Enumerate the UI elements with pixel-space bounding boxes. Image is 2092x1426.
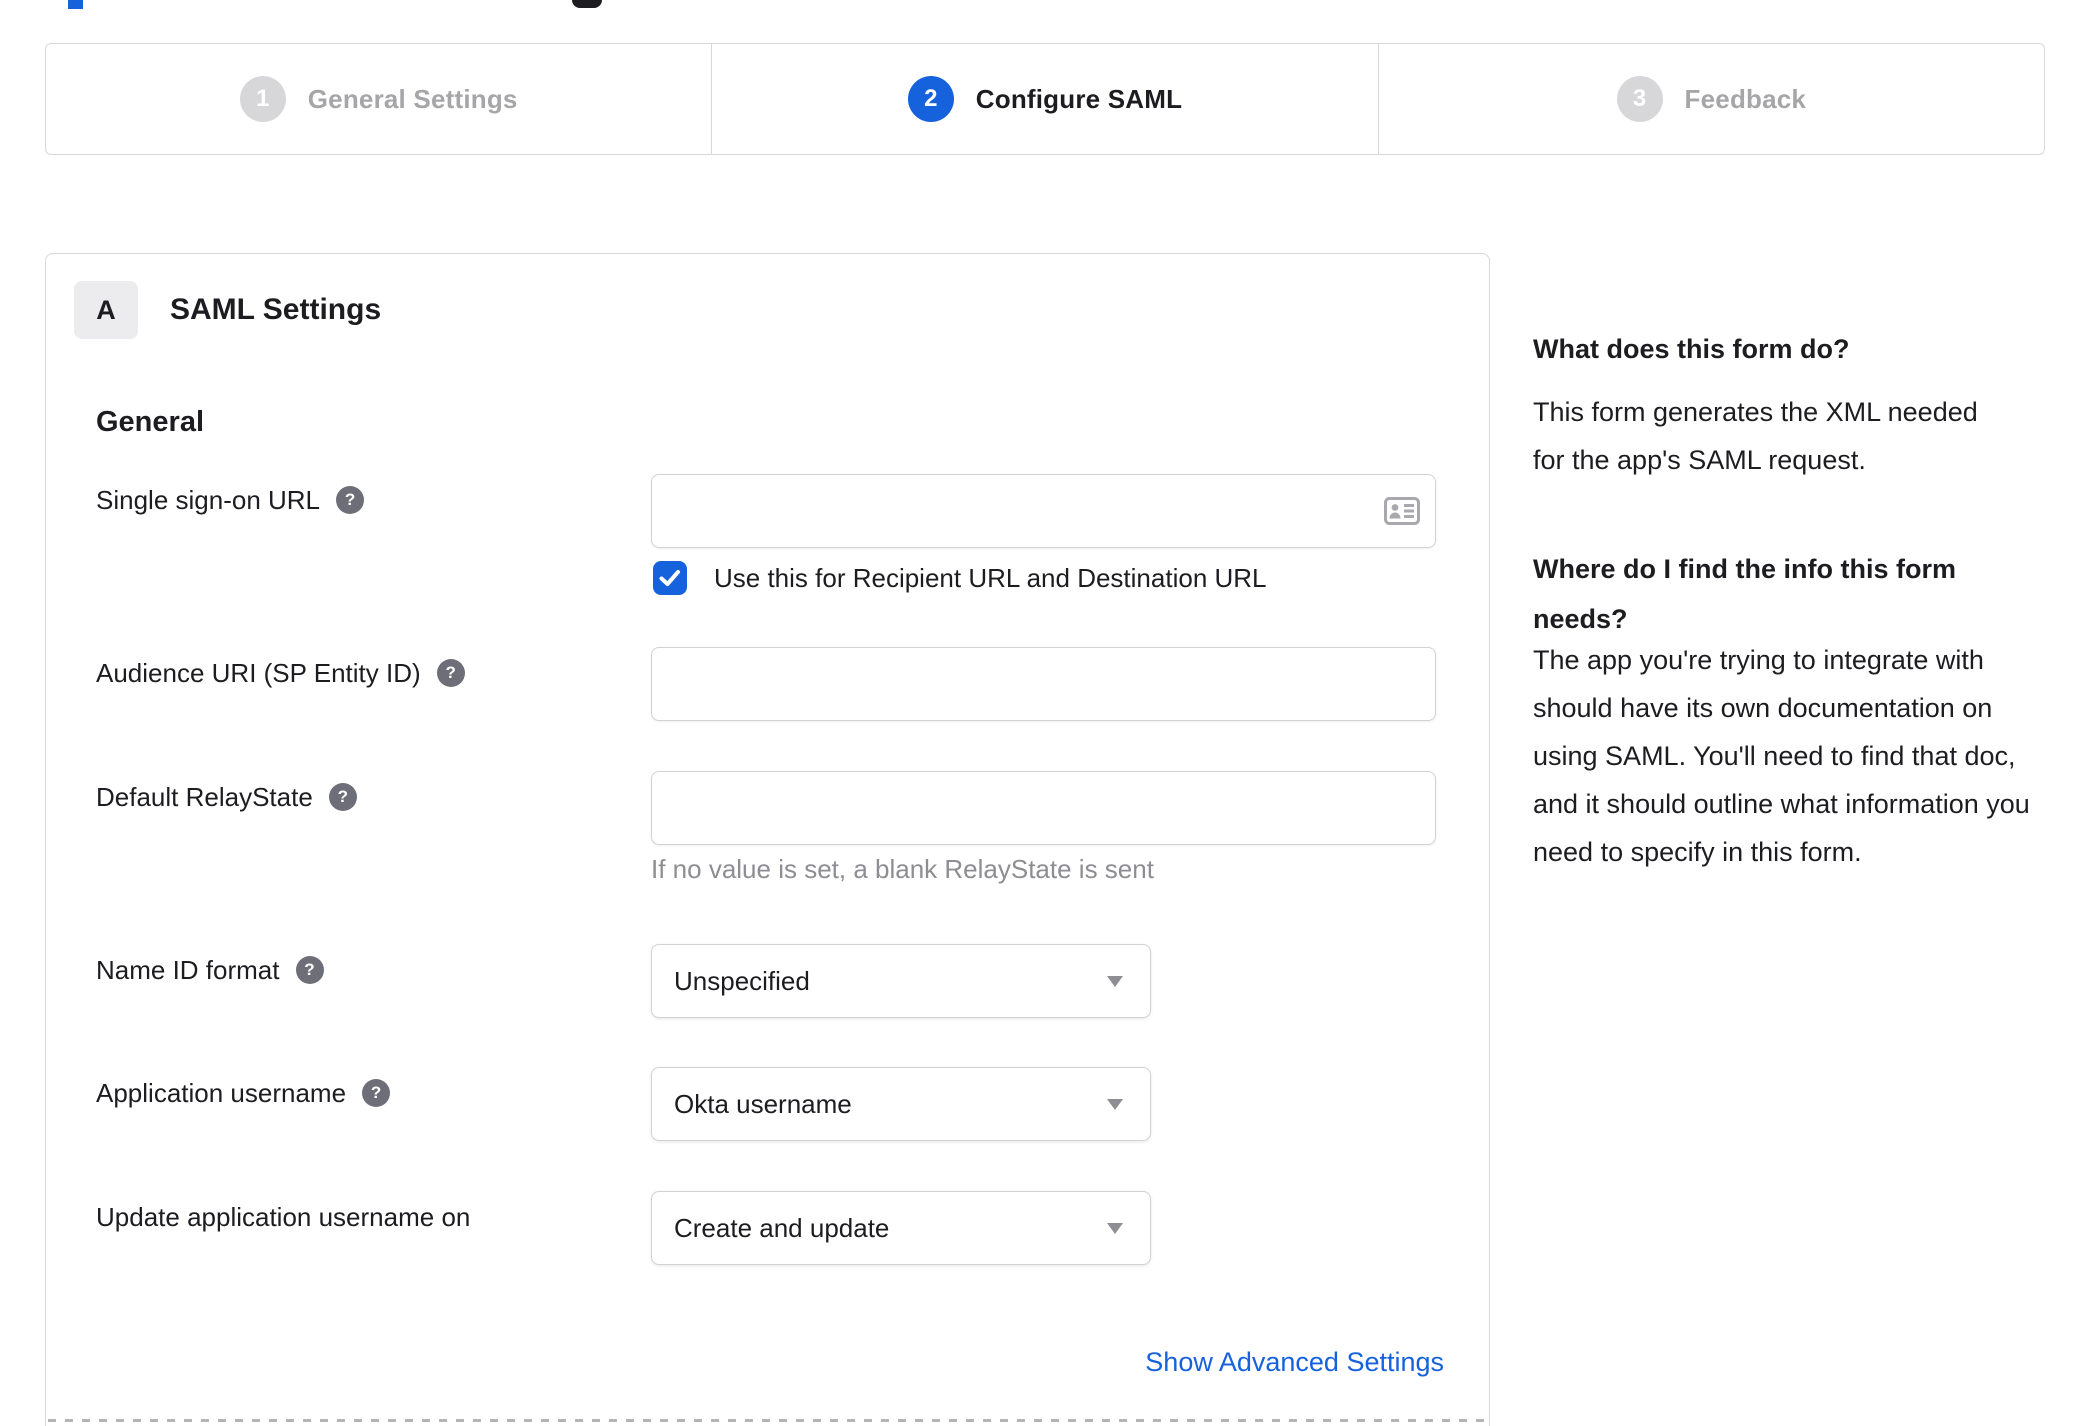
sidebar-paragraph-where: The app you're trying to integrate with … bbox=[1533, 645, 2030, 867]
section-a-badge: A bbox=[74, 281, 138, 339]
name-id-format-label: Name ID format bbox=[96, 955, 280, 985]
name-id-format-select[interactable]: Unspecified bbox=[651, 944, 1151, 1018]
wizard-stepper: 1 General Settings 2 Configure SAML 3 Fe… bbox=[45, 43, 2045, 155]
step-2-number-badge: 2 bbox=[907, 76, 954, 122]
step-feedback[interactable]: 3 Feedback bbox=[1377, 44, 2044, 154]
name-id-format-selected-value: Unspecified bbox=[674, 965, 810, 996]
relay-state-hint: If no value is set, a blank RelayState i… bbox=[651, 854, 1154, 884]
update-app-username-selected-value: Create and update bbox=[674, 1212, 890, 1243]
name-id-format-help-icon[interactable]: ? bbox=[295, 956, 324, 984]
checkmark-icon bbox=[659, 570, 680, 586]
panel-title: SAML Settings bbox=[170, 293, 382, 326]
relay-state-label: Default RelayState bbox=[96, 782, 313, 812]
audience-uri-label: Audience URI (SP Entity ID) bbox=[96, 658, 421, 688]
update-app-username-label-row: Update application username on bbox=[96, 1201, 470, 1233]
audience-uri-label-row: Audience URI (SP Entity ID) ? bbox=[96, 657, 465, 689]
step-2-label: Configure SAML bbox=[975, 83, 1183, 114]
sso-url-label: Single sign-on URL bbox=[96, 485, 321, 515]
recipient-url-checkbox-label: Use this for Recipient URL and Destinati… bbox=[714, 562, 1267, 593]
audience-uri-input-wrap bbox=[651, 647, 1436, 721]
app-username-label: Application username bbox=[96, 1078, 347, 1108]
relay-state-label-row: Default RelayState ? bbox=[96, 781, 357, 813]
app-username-help-icon[interactable]: ? bbox=[362, 1079, 391, 1107]
relay-state-input-wrap bbox=[651, 771, 1436, 845]
step-general-settings[interactable]: 1 General Settings bbox=[46, 44, 711, 154]
recipient-url-checkbox[interactable] bbox=[653, 561, 687, 595]
step-configure-saml[interactable]: 2 Configure SAML bbox=[711, 44, 1377, 154]
recipient-url-checkbox-row: Use this for Recipient URL and Destinati… bbox=[653, 561, 1267, 595]
step-3-label: Feedback bbox=[1684, 83, 1807, 114]
audience-uri-input[interactable] bbox=[651, 647, 1436, 721]
header-cropped-blue-fragment bbox=[68, 0, 83, 9]
panel-header: A SAML Settings bbox=[74, 281, 381, 339]
show-advanced-settings-link[interactable]: Show Advanced Settings bbox=[1145, 1347, 1444, 1378]
app-username-select[interactable]: Okta username bbox=[651, 1067, 1151, 1141]
step-1-number-badge: 1 bbox=[239, 76, 286, 122]
sidebar-paragraph-what: This form generates the XML needed for t… bbox=[1533, 397, 1978, 475]
sso-url-help-icon[interactable]: ? bbox=[336, 486, 365, 514]
header-cropped-dark-icon-fragment bbox=[572, 0, 602, 8]
configure-saml-page: 1 General Settings 2 Configure SAML 3 Fe… bbox=[0, 0, 2092, 1426]
general-section-heading: General bbox=[96, 406, 204, 438]
app-username-selected-value: Okta username bbox=[674, 1088, 852, 1119]
name-id-format-label-row: Name ID format ? bbox=[96, 954, 324, 986]
sso-url-input[interactable] bbox=[651, 474, 1436, 548]
advanced-section-divider bbox=[48, 1419, 1487, 1422]
chevron-down-icon bbox=[1107, 976, 1123, 987]
audience-uri-help-icon[interactable]: ? bbox=[436, 659, 465, 687]
relay-state-help-icon[interactable]: ? bbox=[328, 783, 357, 811]
update-app-username-select[interactable]: Create and update bbox=[651, 1191, 1151, 1265]
sidebar-heading-what: What does this form do? bbox=[1533, 334, 1850, 364]
update-app-username-label: Update application username on bbox=[96, 1202, 471, 1232]
app-username-label-row: Application username ? bbox=[96, 1077, 391, 1109]
sidebar-heading-where: Where do I find the info this form needs… bbox=[1533, 554, 1956, 634]
saml-settings-panel: A SAML Settings General Single sign-on U… bbox=[45, 253, 1490, 1426]
step-1-label: General Settings bbox=[307, 83, 518, 114]
sso-url-input-wrap bbox=[651, 474, 1436, 548]
relay-state-input[interactable] bbox=[651, 771, 1436, 845]
sso-url-label-row: Single sign-on URL ? bbox=[96, 484, 365, 516]
step-3-number-badge: 3 bbox=[1616, 76, 1663, 122]
contact-card-icon bbox=[1384, 497, 1420, 525]
chevron-down-icon bbox=[1107, 1223, 1123, 1234]
chevron-down-icon bbox=[1107, 1099, 1123, 1110]
